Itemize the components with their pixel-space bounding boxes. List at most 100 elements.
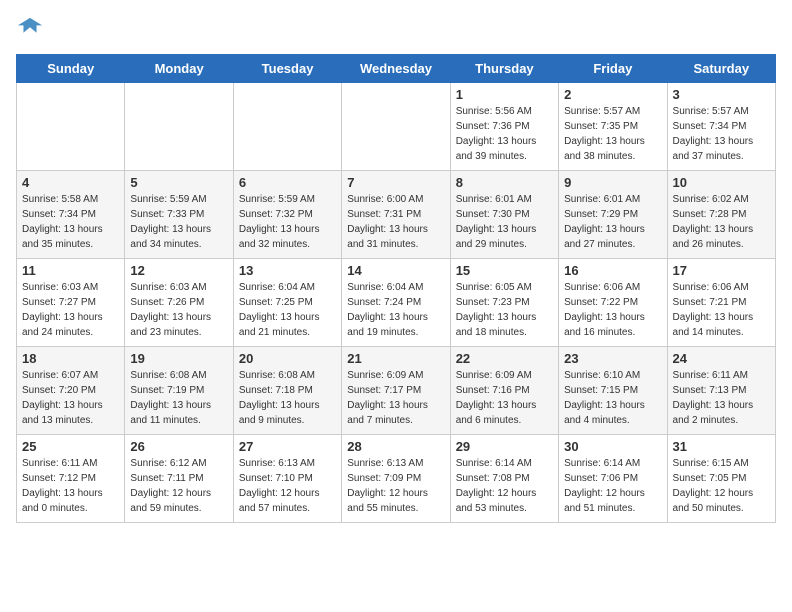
daylight-text: Daylight: 13 hours and 2 minutes. <box>673 398 770 428</box>
day-info: Sunrise: 6:08 AM Sunset: 7:19 PM Dayligh… <box>130 368 227 428</box>
daylight-text: Daylight: 13 hours and 23 minutes. <box>130 310 227 340</box>
sunrise-text: Sunrise: 5:57 AM <box>673 104 770 119</box>
sunrise-text: Sunrise: 6:13 AM <box>239 456 336 471</box>
daylight-text: Daylight: 13 hours and 19 minutes. <box>347 310 444 340</box>
calendar-table: SundayMondayTuesdayWednesdayThursdayFrid… <box>16 54 776 523</box>
sunset-text: Sunset: 7:28 PM <box>673 207 770 222</box>
day-cell: 18 Sunrise: 6:07 AM Sunset: 7:20 PM Dayl… <box>17 347 125 435</box>
daylight-text: Daylight: 12 hours and 51 minutes. <box>564 486 661 516</box>
day-info: Sunrise: 6:06 AM Sunset: 7:21 PM Dayligh… <box>673 280 770 340</box>
sunrise-text: Sunrise: 6:03 AM <box>22 280 119 295</box>
day-number: 6 <box>239 175 336 190</box>
day-cell <box>233 83 341 171</box>
day-info: Sunrise: 6:08 AM Sunset: 7:18 PM Dayligh… <box>239 368 336 428</box>
day-number: 26 <box>130 439 227 454</box>
daylight-text: Daylight: 13 hours and 27 minutes. <box>564 222 661 252</box>
sunrise-text: Sunrise: 6:02 AM <box>673 192 770 207</box>
header-tuesday: Tuesday <box>233 55 341 83</box>
sunrise-text: Sunrise: 6:11 AM <box>673 368 770 383</box>
daylight-text: Daylight: 13 hours and 18 minutes. <box>456 310 553 340</box>
sunrise-text: Sunrise: 6:01 AM <box>456 192 553 207</box>
sunset-text: Sunset: 7:34 PM <box>22 207 119 222</box>
day-info: Sunrise: 6:03 AM Sunset: 7:27 PM Dayligh… <box>22 280 119 340</box>
sunset-text: Sunset: 7:19 PM <box>130 383 227 398</box>
day-info: Sunrise: 5:57 AM Sunset: 7:34 PM Dayligh… <box>673 104 770 164</box>
day-info: Sunrise: 6:11 AM Sunset: 7:13 PM Dayligh… <box>673 368 770 428</box>
sunset-text: Sunset: 7:33 PM <box>130 207 227 222</box>
day-cell: 25 Sunrise: 6:11 AM Sunset: 7:12 PM Dayl… <box>17 435 125 523</box>
daylight-text: Daylight: 13 hours and 35 minutes. <box>22 222 119 252</box>
sunrise-text: Sunrise: 6:00 AM <box>347 192 444 207</box>
day-number: 16 <box>564 263 661 278</box>
day-cell: 6 Sunrise: 5:59 AM Sunset: 7:32 PM Dayli… <box>233 171 341 259</box>
sunset-text: Sunset: 7:22 PM <box>564 295 661 310</box>
day-cell: 20 Sunrise: 6:08 AM Sunset: 7:18 PM Dayl… <box>233 347 341 435</box>
sunset-text: Sunset: 7:36 PM <box>456 119 553 134</box>
day-info: Sunrise: 5:58 AM Sunset: 7:34 PM Dayligh… <box>22 192 119 252</box>
sunset-text: Sunset: 7:16 PM <box>456 383 553 398</box>
sunrise-text: Sunrise: 6:06 AM <box>673 280 770 295</box>
day-number: 14 <box>347 263 444 278</box>
daylight-text: Daylight: 13 hours and 37 minutes. <box>673 134 770 164</box>
day-cell: 27 Sunrise: 6:13 AM Sunset: 7:10 PM Dayl… <box>233 435 341 523</box>
day-cell: 1 Sunrise: 5:56 AM Sunset: 7:36 PM Dayli… <box>450 83 558 171</box>
sunrise-text: Sunrise: 6:14 AM <box>564 456 661 471</box>
day-cell <box>342 83 450 171</box>
day-cell: 23 Sunrise: 6:10 AM Sunset: 7:15 PM Dayl… <box>559 347 667 435</box>
header-monday: Monday <box>125 55 233 83</box>
sunrise-text: Sunrise: 5:58 AM <box>22 192 119 207</box>
daylight-text: Daylight: 13 hours and 32 minutes. <box>239 222 336 252</box>
header-sunday: Sunday <box>17 55 125 83</box>
sunset-text: Sunset: 7:30 PM <box>456 207 553 222</box>
sunrise-text: Sunrise: 6:09 AM <box>456 368 553 383</box>
day-number: 12 <box>130 263 227 278</box>
daylight-text: Daylight: 13 hours and 9 minutes. <box>239 398 336 428</box>
day-info: Sunrise: 6:09 AM Sunset: 7:16 PM Dayligh… <box>456 368 553 428</box>
day-info: Sunrise: 6:07 AM Sunset: 7:20 PM Dayligh… <box>22 368 119 428</box>
sunrise-text: Sunrise: 6:10 AM <box>564 368 661 383</box>
header-thursday: Thursday <box>450 55 558 83</box>
day-number: 1 <box>456 87 553 102</box>
day-number: 17 <box>673 263 770 278</box>
day-info: Sunrise: 6:13 AM Sunset: 7:09 PM Dayligh… <box>347 456 444 516</box>
day-number: 15 <box>456 263 553 278</box>
sunset-text: Sunset: 7:15 PM <box>564 383 661 398</box>
daylight-text: Daylight: 12 hours and 53 minutes. <box>456 486 553 516</box>
sunset-text: Sunset: 7:11 PM <box>130 471 227 486</box>
sunset-text: Sunset: 7:26 PM <box>130 295 227 310</box>
sunset-text: Sunset: 7:13 PM <box>673 383 770 398</box>
day-cell: 3 Sunrise: 5:57 AM Sunset: 7:34 PM Dayli… <box>667 83 775 171</box>
sunrise-text: Sunrise: 6:06 AM <box>564 280 661 295</box>
sunrise-text: Sunrise: 5:59 AM <box>130 192 227 207</box>
sunrise-text: Sunrise: 6:08 AM <box>130 368 227 383</box>
sunrise-text: Sunrise: 6:07 AM <box>22 368 119 383</box>
sunset-text: Sunset: 7:25 PM <box>239 295 336 310</box>
day-cell: 2 Sunrise: 5:57 AM Sunset: 7:35 PM Dayli… <box>559 83 667 171</box>
day-info: Sunrise: 6:14 AM Sunset: 7:08 PM Dayligh… <box>456 456 553 516</box>
day-cell: 14 Sunrise: 6:04 AM Sunset: 7:24 PM Dayl… <box>342 259 450 347</box>
day-number: 9 <box>564 175 661 190</box>
daylight-text: Daylight: 13 hours and 16 minutes. <box>564 310 661 340</box>
daylight-text: Daylight: 13 hours and 31 minutes. <box>347 222 444 252</box>
logo-icon <box>16 16 44 44</box>
sunrise-text: Sunrise: 5:57 AM <box>564 104 661 119</box>
sunset-text: Sunset: 7:20 PM <box>22 383 119 398</box>
daylight-text: Daylight: 13 hours and 0 minutes. <box>22 486 119 516</box>
daylight-text: Daylight: 13 hours and 24 minutes. <box>22 310 119 340</box>
day-cell: 12 Sunrise: 6:03 AM Sunset: 7:26 PM Dayl… <box>125 259 233 347</box>
sunset-text: Sunset: 7:21 PM <box>673 295 770 310</box>
week-row-5: 25 Sunrise: 6:11 AM Sunset: 7:12 PM Dayl… <box>17 435 776 523</box>
sunset-text: Sunset: 7:32 PM <box>239 207 336 222</box>
sunset-text: Sunset: 7:18 PM <box>239 383 336 398</box>
day-info: Sunrise: 6:01 AM Sunset: 7:30 PM Dayligh… <box>456 192 553 252</box>
sunrise-text: Sunrise: 6:04 AM <box>239 280 336 295</box>
sunset-text: Sunset: 7:12 PM <box>22 471 119 486</box>
daylight-text: Daylight: 12 hours and 55 minutes. <box>347 486 444 516</box>
week-row-4: 18 Sunrise: 6:07 AM Sunset: 7:20 PM Dayl… <box>17 347 776 435</box>
day-info: Sunrise: 5:59 AM Sunset: 7:32 PM Dayligh… <box>239 192 336 252</box>
sunrise-text: Sunrise: 6:09 AM <box>347 368 444 383</box>
daylight-text: Daylight: 13 hours and 4 minutes. <box>564 398 661 428</box>
daylight-text: Daylight: 13 hours and 13 minutes. <box>22 398 119 428</box>
day-info: Sunrise: 5:57 AM Sunset: 7:35 PM Dayligh… <box>564 104 661 164</box>
day-number: 13 <box>239 263 336 278</box>
